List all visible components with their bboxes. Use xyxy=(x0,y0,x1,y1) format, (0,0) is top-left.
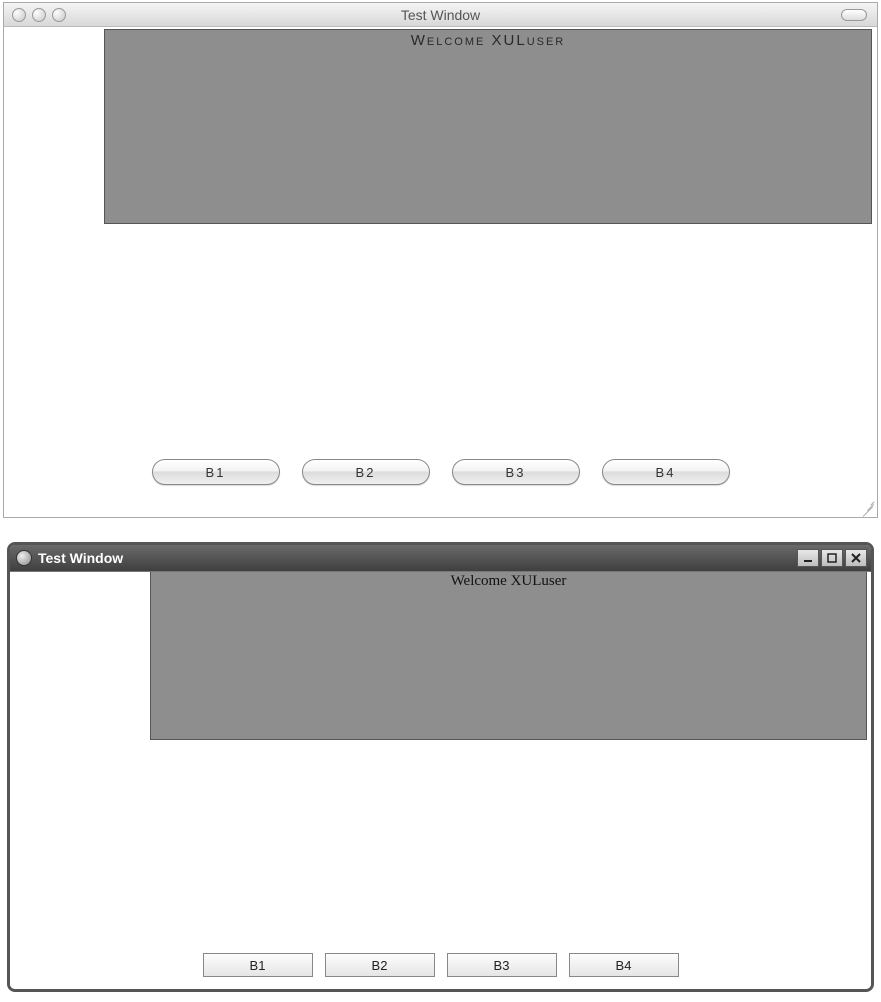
minimize-icon[interactable] xyxy=(797,549,819,567)
mac-traffic-lights xyxy=(4,8,66,22)
win-window-title: Test Window xyxy=(38,550,791,566)
b3-button[interactable]: B3 xyxy=(447,953,557,977)
resize-grip-icon[interactable] xyxy=(859,499,875,515)
mac-window-title: Test Window xyxy=(4,7,877,23)
win-window-controls xyxy=(797,549,867,567)
b4-button[interactable]: B4 xyxy=(602,459,730,485)
win-window-body: Welcome XULuser B1 B2 B3 B4 xyxy=(10,571,871,989)
win-welcome-heading: Welcome XULuser xyxy=(151,572,866,590)
mac-welcome-panel: Welcome XULuser xyxy=(104,29,872,224)
mac-button-row: B1 B2 B3 B4 xyxy=(4,459,877,485)
b1-button[interactable]: B1 xyxy=(203,953,313,977)
win-titlebar[interactable]: Test Window xyxy=(10,545,871,571)
minimize-icon[interactable] xyxy=(32,8,46,22)
mac-welcome-heading: Welcome XULuser xyxy=(105,30,871,49)
maximize-icon[interactable] xyxy=(821,549,843,567)
zoom-icon[interactable] xyxy=(52,8,66,22)
win-button-row: B1 B2 B3 B4 xyxy=(10,953,871,977)
mac-titlebar[interactable]: Test Window xyxy=(4,3,877,27)
close-icon[interactable] xyxy=(12,8,26,22)
mac-window: Test Window Welcome XULuser B1 B2 B3 B4 xyxy=(3,2,878,518)
b1-button[interactable]: B1 xyxy=(152,459,280,485)
mac-pill-button-icon[interactable] xyxy=(841,9,867,21)
b3-button[interactable]: B3 xyxy=(452,459,580,485)
win-window: Test Window Welcome XULuser B1 B2 B3 B4 xyxy=(7,542,874,992)
app-icon[interactable] xyxy=(16,550,32,566)
win-welcome-panel: Welcome XULuser xyxy=(150,572,867,740)
close-icon[interactable] xyxy=(845,549,867,567)
mac-window-body: Welcome XULuser B1 B2 B3 B4 xyxy=(4,27,877,517)
b2-button[interactable]: B2 xyxy=(302,459,430,485)
b2-button[interactable]: B2 xyxy=(325,953,435,977)
b4-button[interactable]: B4 xyxy=(569,953,679,977)
